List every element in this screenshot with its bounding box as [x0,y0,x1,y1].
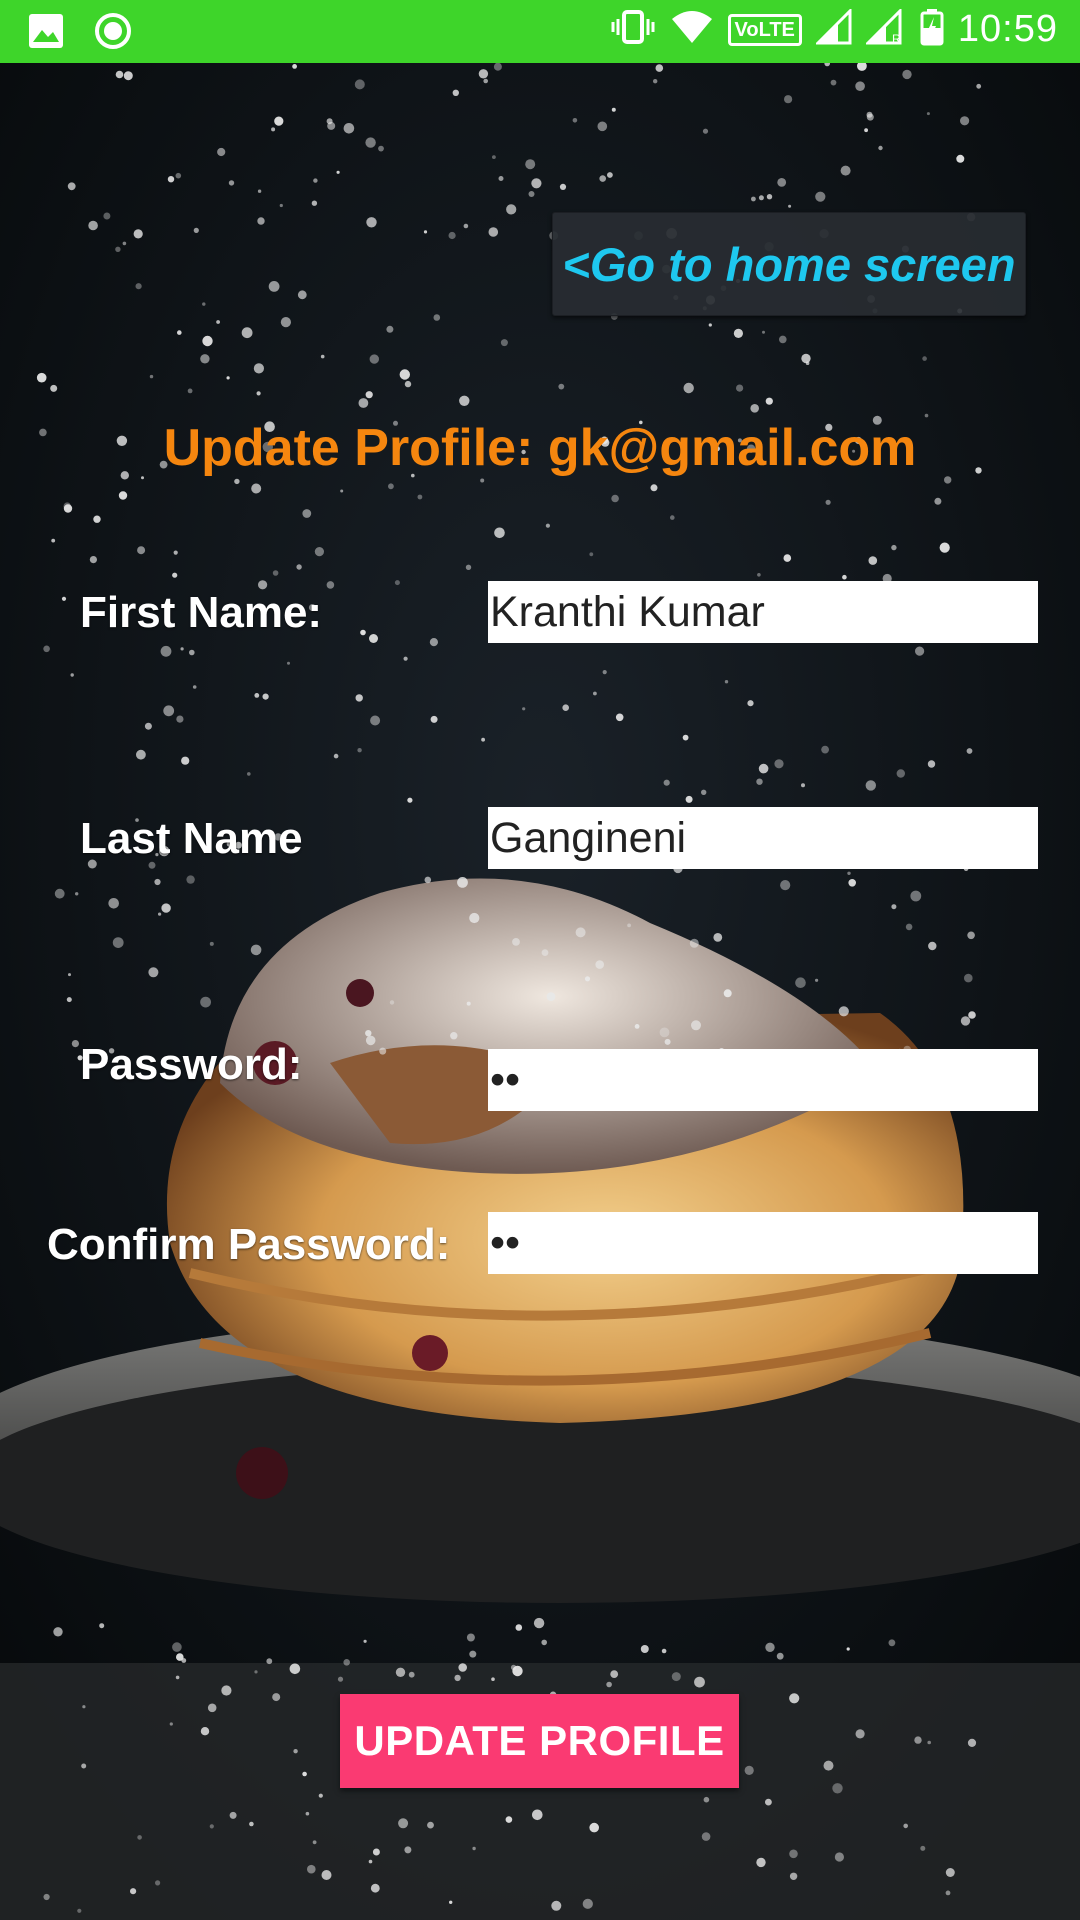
status-time: 10:59 [957,8,1058,50]
volte-icon: VoLTE [727,13,802,46]
background-image [0,63,1080,1920]
confirm-password-label: Confirm Password: [47,1220,451,1269]
go-home-button[interactable]: <Go to home screen [552,212,1026,316]
page-title: Update Profile: gk@gmail.com [163,419,917,477]
signal-icon [814,7,852,50]
last-name-label: Last Name [80,814,303,863]
password-field[interactable] [488,1049,1038,1111]
svg-text:R: R [892,32,901,45]
vibrate-icon [610,9,656,50]
password-label: Password: [80,1040,303,1089]
status-bar-left [28,12,132,55]
last-name-field[interactable] [488,807,1038,869]
circle-notification-icon [94,12,132,55]
image-icon [28,13,64,54]
battery-charging-icon [920,8,944,51]
wifi-icon [670,9,714,50]
first-name-field[interactable] [488,581,1038,643]
signal-roaming-icon: R [864,7,906,50]
status-bar: VoLTE R 10:59 [0,0,1080,63]
update-profile-button[interactable]: UPDATE PROFILE [340,1694,739,1788]
first-name-label: First Name: [80,588,323,637]
status-bar-right: VoLTE R 10:59 [610,7,1058,51]
confirm-password-field[interactable] [488,1212,1038,1274]
